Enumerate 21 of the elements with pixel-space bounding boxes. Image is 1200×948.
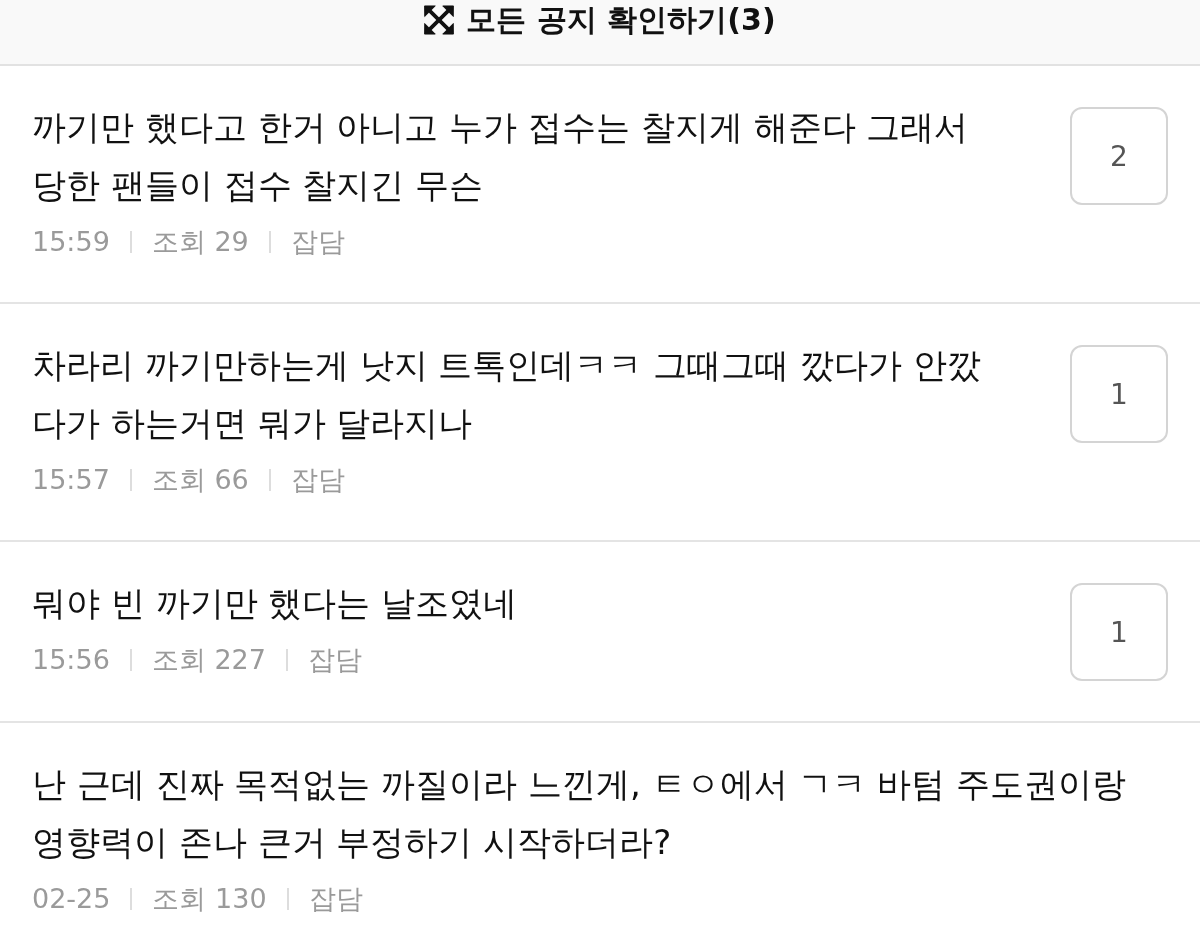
post-time: 15:59 [32, 225, 110, 259]
category-label: 잡담 [290, 225, 345, 259]
post-time: 02-25 [32, 882, 111, 916]
view-count: 조회 227 [151, 643, 266, 677]
diagonal-arrows-icon [424, 5, 455, 35]
category-label: 잡담 [308, 882, 363, 916]
view-count: 조회 66 [151, 463, 249, 497]
post-title[interactable]: 차라리 까기만하는게 낫지 트톡인데ㅋㅋ 그때그때 깠다가 안깠 다가 하는거면 뭐가 달라지나 [32, 336, 1070, 452]
all-notices-button[interactable]: 모든 공지 확인하기(3) [418, 0, 782, 40]
post-time: 15:56 [32, 643, 110, 677]
comment-count-button[interactable]: 1 [1070, 345, 1168, 443]
post-title[interactable]: 뭐야 빈 까기만 했다는 날조였네 [32, 574, 1070, 632]
view-count: 조회 130 [152, 882, 267, 916]
post-title[interactable]: 난 근데 진짜 목적없는 까질이라 느낀게, ㅌㅇ에서 ㄱㅋ 바텀 주도권이랑 영향력이 존나 큰거 부정하기 시작하더라? [32, 755, 1168, 871]
category-label: 잡담 [290, 463, 345, 497]
post-time: 15:57 [32, 463, 110, 497]
view-count: 조회 29 [151, 225, 249, 259]
comment-count-button[interactable]: 2 [1070, 107, 1168, 205]
comment-count-button[interactable]: 1 [1070, 583, 1168, 681]
post-title[interactable]: 까기만 했다고 한거 아니고 누가 접수는 찰지게 해준다 그래서 당한 팬들이 접수 찰지긴 무슨 [32, 98, 1070, 214]
category-label: 잡담 [307, 643, 362, 677]
